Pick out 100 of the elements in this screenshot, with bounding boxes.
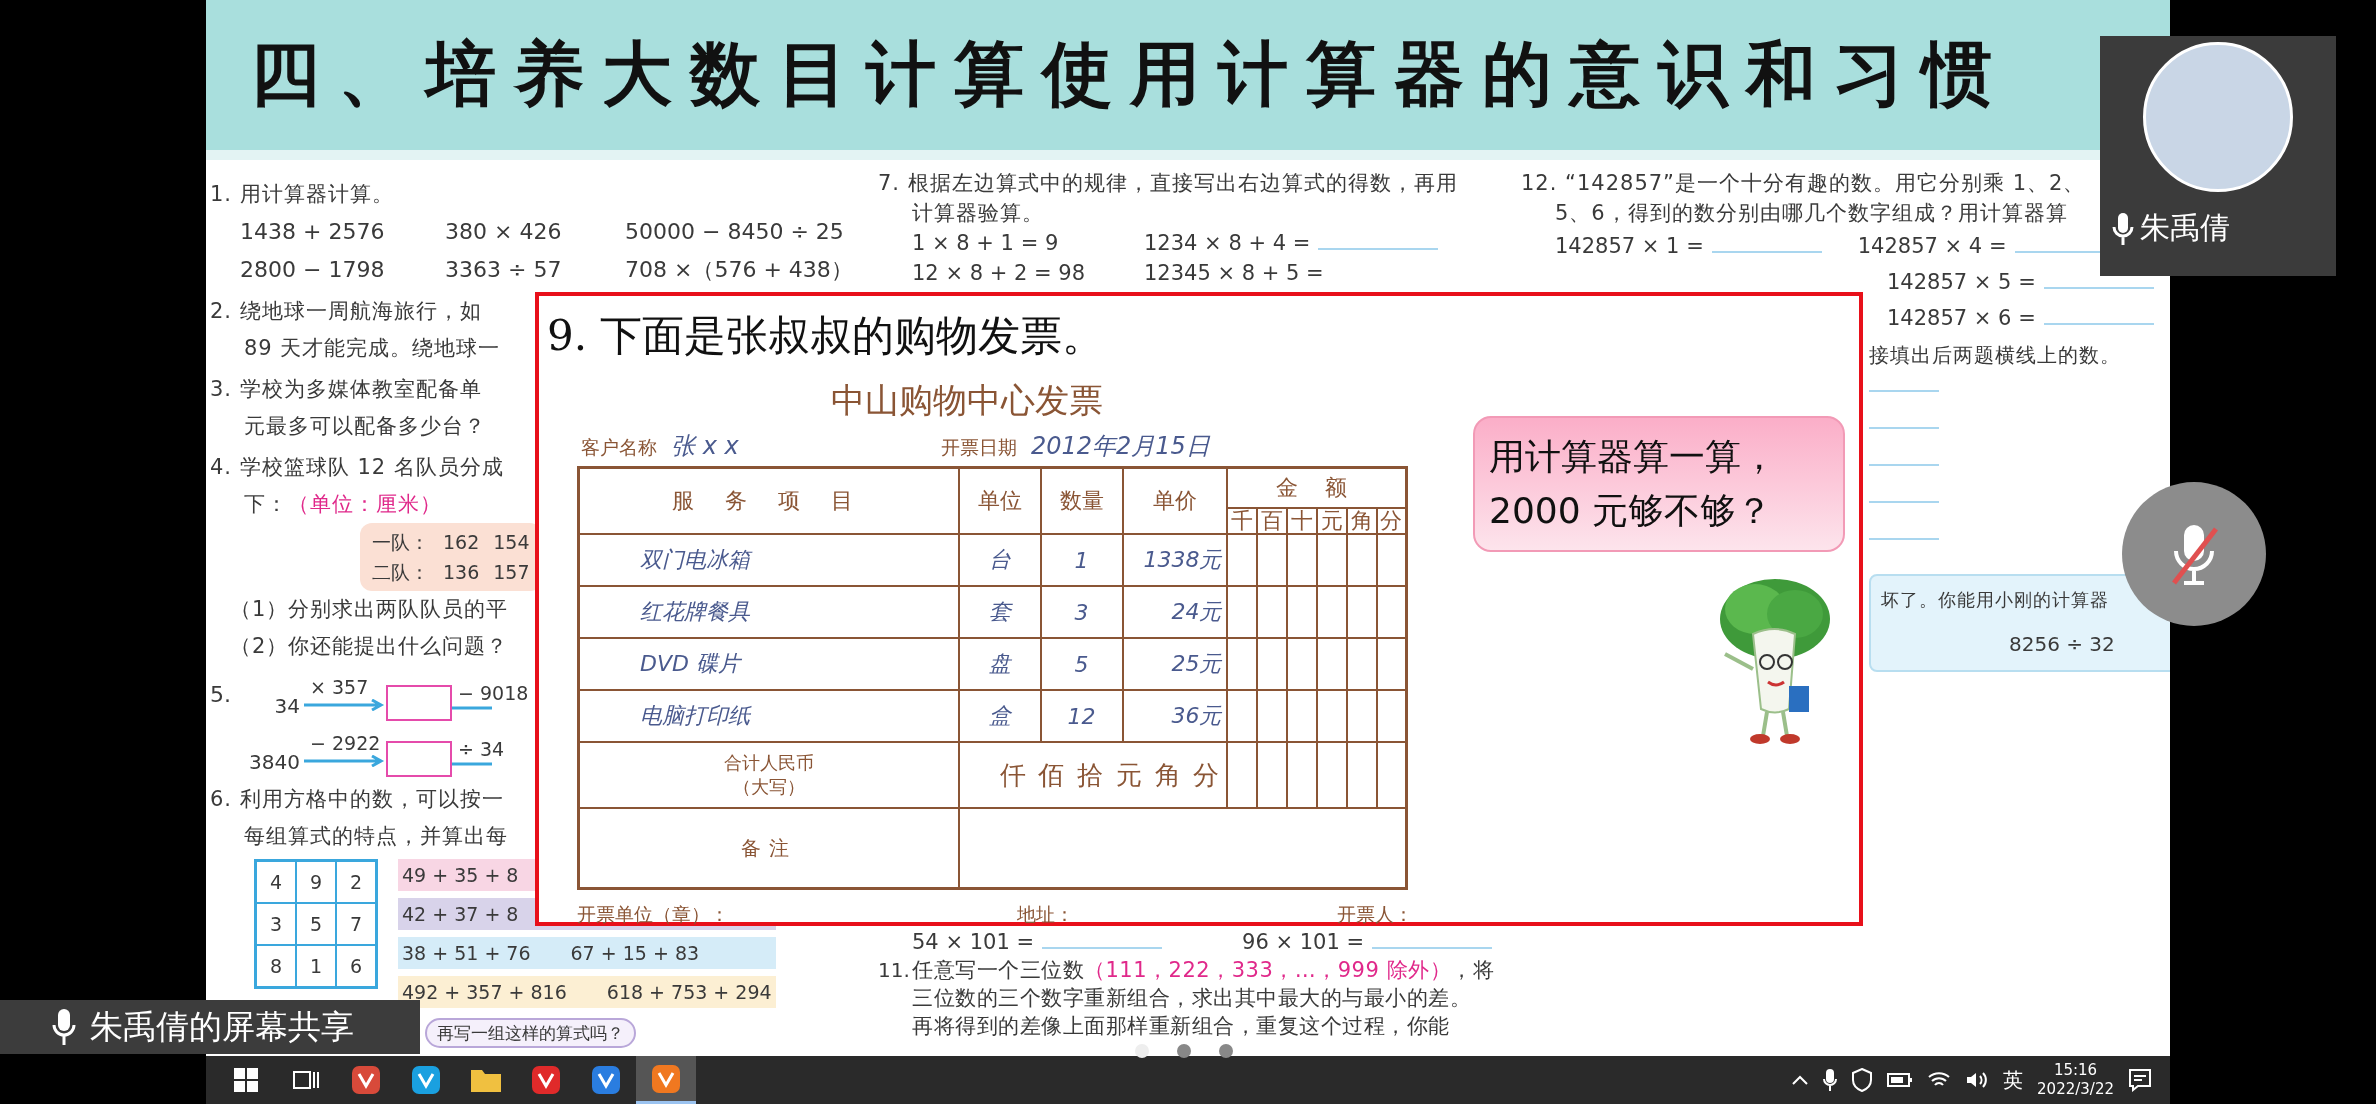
expression: 96 × 101 = — [1242, 929, 1365, 956]
operation-label: − 9018 — [457, 681, 529, 705]
expression: 142857 × 5 = — [1887, 269, 2036, 296]
grid-cell: 8 — [256, 945, 296, 987]
field-label: 开票单位（章）： — [577, 902, 730, 927]
grid-cell: 2 — [336, 861, 376, 903]
fill-in-line — [1869, 464, 1939, 466]
expression: 67 + 15 + 83 — [570, 941, 700, 966]
height-value: 136 — [443, 560, 480, 585]
expression: 12 × 8 + 2 = 98 — [912, 260, 1086, 287]
team-label: 一队： — [372, 530, 429, 555]
unit-label: 拾 — [1077, 758, 1104, 792]
column-header: 分 — [1376, 508, 1407, 534]
expression: 618 + 753 + 294 — [606, 980, 772, 1005]
expression: 380 × 426 — [445, 218, 563, 246]
expression: 708 ×（576 + 438） — [625, 256, 853, 284]
table-cell: 电脑打印纸 — [578, 690, 959, 742]
question-text: 6. 利用方格中的数，可以按一 — [210, 786, 504, 813]
participant-tile[interactable]: 朱禹倩 — [2100, 36, 2336, 276]
field-label: 客户名称 — [581, 435, 657, 460]
question-text: 下： — [244, 491, 288, 518]
question-text: 5、6，得到的数分别由哪几个数字组成？用计算器算 — [1554, 200, 2068, 227]
grid-cell: 6 — [336, 945, 376, 987]
table-cell: 1338元 — [1122, 534, 1227, 586]
table-cell: 套 — [958, 586, 1041, 638]
speaker-icon[interactable] — [1965, 1070, 1990, 1090]
expression: 12345 × 8 + 5 = — [1144, 260, 1324, 287]
operation-label: × 357 — [309, 675, 369, 699]
start-number: 34 — [273, 693, 301, 720]
speech-bubble: 再写一组这样的算式吗？ — [425, 1018, 636, 1048]
question-text: 任意写一个三位数 — [912, 957, 1084, 984]
height-value: 162 — [443, 530, 480, 555]
expression: 49 + 35 + 8 — [402, 863, 519, 888]
question-text: 89 天才能完成。绕地球一 — [243, 335, 501, 362]
battery-icon[interactable] — [1887, 1072, 1914, 1088]
expression: 1 × 8 + 1 = 9 — [912, 230, 1060, 257]
fill-in-line — [1869, 538, 1939, 540]
expression: 8256 ÷ 32 — [2009, 632, 2115, 656]
question-number: 11. — [878, 957, 911, 984]
answer-box — [386, 741, 452, 777]
column-header: 角 — [1346, 508, 1377, 534]
expression: 142857 × 1 = — [1555, 233, 1704, 260]
question-text: 7. 根据左边算式中的规律，直接写出右边算式的得数，再用 — [878, 170, 1458, 197]
table-cell: 红花牌餐具 — [578, 586, 959, 638]
unit-label: 分 — [1193, 758, 1220, 792]
expression: 42 + 37 + 8 — [402, 902, 519, 927]
taskbar-button[interactable] — [636, 1056, 696, 1104]
column-header: 服 务 项 目 — [578, 467, 959, 534]
expression: 2800 − 1798 — [240, 256, 386, 284]
expression: 54 × 101 = — [912, 929, 1035, 956]
table-cell: 台 — [958, 534, 1041, 586]
unit-label: 仟 — [999, 758, 1026, 792]
question-text: ，将 — [1451, 957, 1494, 984]
windows-icon — [233, 1067, 259, 1093]
table-cell: 1 — [1040, 534, 1123, 586]
question-number: 5. — [210, 681, 232, 709]
invoice-title: 中山购物中心发票 — [831, 379, 1103, 422]
table-cell: 双门电冰箱 — [578, 534, 959, 586]
customer-name: 张 x x — [671, 431, 740, 462]
microphone-icon — [2112, 211, 2134, 246]
expression: 1438 + 2576 — [240, 218, 386, 246]
unit-label: 佰 — [1038, 758, 1065, 792]
arrow-icon — [304, 699, 386, 711]
speech-bubble: 用计算器算一算， 2000 元够不够？ — [1473, 416, 1845, 552]
column-header: 单位 — [958, 467, 1041, 534]
table-cell: 25元 — [1122, 638, 1227, 690]
unit-note: （单位：厘米） — [288, 491, 442, 518]
field-label: 开票人： — [1337, 902, 1413, 927]
question-text: 每组算式的特点，并算出每 — [243, 823, 508, 850]
microphone-icon[interactable] — [1823, 1068, 1838, 1092]
notification-icon[interactable] — [2128, 1068, 2152, 1092]
arrow-icon — [304, 755, 386, 767]
column-header: 百 — [1256, 508, 1287, 534]
column-header: 千 — [1226, 508, 1257, 534]
expression: 50000 − 8450 ÷ 25 — [625, 218, 844, 246]
grid-cell: 3 — [256, 903, 296, 945]
grid-cell: 5 — [296, 903, 336, 945]
connector-line — [452, 705, 492, 711]
table-cell: 盒 — [958, 690, 1041, 742]
table-cell: 36元 — [1122, 690, 1227, 742]
operation-label: − 2922 — [309, 731, 381, 755]
fill-in-line — [1869, 501, 1939, 503]
chevron-up-icon — [1791, 1074, 1810, 1086]
grid-cell: 1 — [296, 945, 336, 987]
shield-icon[interactable] — [1851, 1068, 1874, 1092]
slide-title: 四、培养大数目计算使用计算器的意识和习惯 — [250, 31, 2010, 117]
connector-line — [452, 761, 492, 767]
start-number: 3840 — [248, 749, 301, 776]
expression: 38 + 51 + 76 — [402, 941, 531, 966]
height-value: 154 — [493, 530, 530, 555]
clock[interactable]: 15:16 2022/3/22 — [2037, 1061, 2114, 1099]
expression: 492 + 357 + 816 — [402, 980, 567, 1005]
question-text: 再将得到的差像上面那样重新组合，重复这个过程，你能 — [912, 1013, 1451, 1040]
table-cell: 盘 — [958, 638, 1041, 690]
input-method-indicator[interactable]: 英 — [2003, 1066, 2024, 1094]
question-text: 三位数的三个数字重新组合，求出其中最大的与最小的差。 — [912, 985, 1472, 1012]
question-text: 2. 绕地球一周航海旅行，如 — [210, 298, 482, 325]
unit-label: 元 — [1115, 758, 1142, 792]
fill-in-line — [1869, 427, 1939, 429]
share-title: 朱禹倩的屏幕共享 — [90, 1005, 354, 1048]
